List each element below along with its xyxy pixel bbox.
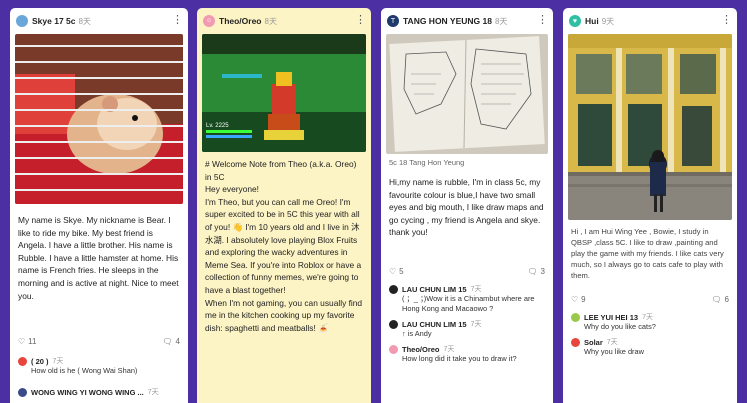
post-author: Skye 17 5c <box>32 16 76 26</box>
comment-time: 7天 <box>470 286 482 293</box>
post-body: # Welcome Note from Theo (a.k.a. Oreo) i… <box>205 159 363 333</box>
comment-time: 7天 <box>443 346 455 353</box>
comment-text: ↑ is Andy <box>402 329 432 338</box>
image-caption: Lv. 2225 <box>206 123 229 129</box>
comment-author: LAU CHUN LIM 15 <box>402 319 467 329</box>
like-button[interactable]: ♡ 5 <box>389 267 404 276</box>
like-button[interactable]: ♡ 11 <box>18 337 36 346</box>
commenter-avatar <box>18 387 27 397</box>
comment: WONG WING YI WONG WING ... 7天 <box>10 385 188 400</box>
comment-text: Why do you like cats? <box>584 322 656 331</box>
comment: Theo/Oreo 7天 How long did it take you to… <box>381 342 553 367</box>
post-card-hui[interactable]: ♥ Hui 9天 ⋮ Hi , I am Hui Wing Yee , Bowi… <box>563 8 737 403</box>
comment: LAU CHUN LIM 15 7天 ( ；_ ；)Wow it is a Ch… <box>381 282 553 317</box>
commenter-avatar <box>18 356 27 366</box>
comment-icon: 🗨 <box>527 266 538 276</box>
post-body: My name is Skye. My nickname is Bear. I … <box>18 215 179 301</box>
more-options-icon[interactable]: ⋮ <box>355 14 366 26</box>
heart-icon: ♡ <box>18 336 26 346</box>
heart-icon: ♡ <box>571 294 579 304</box>
comment-author: Theo/Oreo <box>402 344 440 354</box>
comment-time: 7天 <box>147 389 159 396</box>
comment-author: ( 20 ) <box>31 356 49 366</box>
post-time: 8天 <box>264 16 277 26</box>
comment-time: 7天 <box>642 314 653 321</box>
comment-author: LEE YUI HEI 13 <box>584 312 639 322</box>
commenter-avatar <box>571 312 580 322</box>
comment: ( 20 ) 7天 How old is he ( Wong Wai Shan) <box>10 354 188 379</box>
comment-text: How long did it take you to draw it? <box>402 354 517 363</box>
post-image-roblox[interactable]: Lv. 2225 <box>202 34 366 152</box>
post-reactions: ♡ 9 🗨 6 <box>563 292 737 306</box>
comment-time: 7天 <box>52 358 64 365</box>
post-image-map-drawing[interactable] <box>386 34 548 154</box>
post-author: TANG HON YEUNG 18 <box>403 16 492 26</box>
comment-text: Why you like draw <box>584 347 644 356</box>
commenter-avatar <box>389 344 398 354</box>
avatar: ☺ <box>203 15 215 27</box>
post-header: Skye 17 5c 8天 ⋮ <box>10 8 188 34</box>
comments-button[interactable]: 🗨 4 <box>162 337 180 346</box>
comment-icon: 🗨 <box>711 294 722 304</box>
like-button[interactable]: ♡ 9 <box>571 295 586 304</box>
avatar: ♥ <box>569 15 581 27</box>
comment-author: Solar <box>584 337 603 347</box>
post-caption: 5c 18 Tang Hon Yeung <box>389 158 465 167</box>
post-image-hamster[interactable] <box>15 34 183 204</box>
post-card-tang[interactable]: T TANG HON YEUNG 18 8天 ⋮ 5c 18 Tang Hon … <box>381 8 553 403</box>
commenter-avatar <box>389 319 398 329</box>
post-time: 9天 <box>601 16 615 26</box>
comment: LEE YUI HEI 13 7天 Why do you like cats? <box>563 310 737 335</box>
more-options-icon[interactable]: ⋮ <box>721 14 732 26</box>
post-card-theo[interactable]: ☺ Theo/Oreo 8天 ⋮ Lv. 2225 # Welcome Note… <box>197 8 371 403</box>
comments-button[interactable]: 🗨 3 <box>527 267 545 276</box>
commenter-avatar <box>389 284 398 294</box>
comment: Solar 7天 Why you like draw <box>563 335 737 360</box>
post-time: 8天 <box>494 16 508 26</box>
more-options-icon[interactable]: ⋮ <box>537 14 548 26</box>
post-time: 8天 <box>78 16 91 26</box>
avatar: T <box>387 15 399 27</box>
comment-icon: 🗨 <box>162 336 173 346</box>
comment-text: How old is he ( Wong Wai Shan) <box>31 366 138 375</box>
more-options-icon[interactable]: ⋮ <box>172 14 183 26</box>
post-body: Hi,my name is rubble, I'm in class 5c, m… <box>389 177 544 238</box>
comment-text: ( ；_ ；)Wow it is a Chinambut where are H… <box>402 294 535 313</box>
post-author: Theo/Oreo <box>219 16 262 26</box>
comment-author: LAU CHUN LIM 15 <box>402 284 467 294</box>
post-header: ☺ Theo/Oreo 8天 ⋮ <box>197 8 371 34</box>
post-image-building[interactable] <box>568 34 732 220</box>
post-reactions: ♡ 11 🗨 4 <box>10 334 188 348</box>
commenter-avatar <box>571 337 580 347</box>
comments-button[interactable]: 🗨 6 <box>711 295 729 304</box>
comment-author: WONG WING YI WONG WING ... <box>31 387 144 397</box>
post-author: Hui <box>585 16 599 26</box>
avatar <box>16 15 28 27</box>
comment: LAU CHUN LIM 15 7天 ↑ is Andy <box>381 317 553 342</box>
post-header: T TANG HON YEUNG 18 8天 ⋮ <box>381 8 553 34</box>
post-card-skye[interactable]: Skye 17 5c 8天 ⋮ My name is Skye. My nick… <box>10 8 188 403</box>
heart-icon: ♡ <box>389 266 397 276</box>
post-body: Hi , I am Hui Wing Yee , Bowie, I study … <box>571 227 724 280</box>
post-reactions: ♡ 5 🗨 3 <box>381 264 553 278</box>
comment-time: 7天 <box>470 321 482 328</box>
padlet-board: Skye 17 5c 8天 ⋮ My name is Skye. My nick… <box>10 8 747 403</box>
post-header: ♥ Hui 9天 ⋮ <box>563 8 737 34</box>
comment-time: 7天 <box>606 339 618 346</box>
